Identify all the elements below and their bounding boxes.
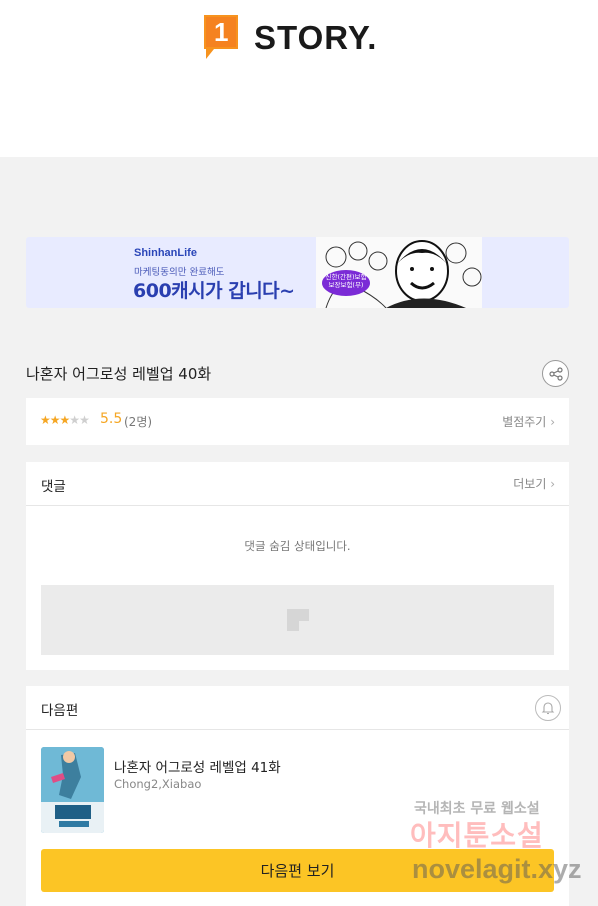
comments-card: 댓글 더보기 › 댓글 숨김 상태입니다. bbox=[26, 462, 569, 670]
chevron-right-icon: › bbox=[550, 477, 555, 491]
next-episode-thumbnail[interactable] bbox=[41, 747, 104, 833]
logo-number: 1 bbox=[214, 17, 229, 47]
star-icon: ★ bbox=[59, 413, 71, 427]
comments-more-link[interactable]: 더보기 › bbox=[513, 475, 555, 492]
logo-mark-icon: 1 bbox=[202, 13, 240, 61]
more-link-label: 더보기 bbox=[513, 477, 547, 491]
ad-banner[interactable]: ShinhanLife 마케팅동의만 완료해도 600캐시가 갑니다~ 신한(간… bbox=[26, 237, 569, 308]
star-icon: ★ bbox=[49, 413, 61, 427]
header: 1 STORY. bbox=[0, 0, 598, 157]
share-button[interactable] bbox=[542, 360, 569, 387]
next-episode-card: 다음편 나혼자 어그로성 레벨업 41화 Chong2,Xiabao 다음편 보… bbox=[26, 686, 569, 906]
share-icon bbox=[548, 366, 563, 381]
logo-text: STORY. bbox=[254, 18, 378, 56]
ad-placeholder bbox=[41, 585, 554, 655]
star-empty-icon: ★ bbox=[69, 413, 80, 427]
rating-score: 5.5 bbox=[100, 411, 123, 427]
next-episode-section-title: 다음편 bbox=[41, 703, 79, 719]
banner-brand: ShinhanLife bbox=[134, 247, 197, 259]
star-icon: ★ bbox=[40, 413, 51, 427]
rate-link-label: 별점주기 bbox=[502, 415, 547, 429]
logo[interactable]: 1 STORY. bbox=[202, 13, 377, 61]
episode-title: 나혼자 어그로성 레벨업 40화 bbox=[26, 365, 212, 383]
banner-illustration: 신한(간편)보험 보장보험(무) bbox=[316, 237, 482, 308]
banner-headline: 600캐시가 갑니다~ bbox=[133, 280, 295, 302]
placeholder-image-icon bbox=[286, 609, 309, 631]
star-rating: ★★★★★ bbox=[40, 413, 90, 427]
episode-title-row: 나혼자 어그로성 레벨업 40화 bbox=[26, 357, 569, 389]
banner-badge: 신한(간편)보험 보장보험(무) bbox=[325, 273, 367, 289]
rate-link[interactable]: 별점주기 › bbox=[502, 413, 555, 430]
comments-hidden-message: 댓글 숨김 상태입니다. bbox=[244, 539, 351, 553]
comments-header: 댓글 더보기 › bbox=[26, 462, 569, 506]
comments-title: 댓글 bbox=[41, 479, 66, 495]
star-empty-icon: ★ bbox=[79, 413, 90, 427]
next-episode-title[interactable]: 나혼자 어그로성 레벨업 41화 bbox=[114, 756, 281, 776]
bell-icon bbox=[541, 702, 555, 715]
next-episode-button-label: 다음편 보기 bbox=[260, 862, 335, 880]
next-episode-author: Chong2,Xiabao bbox=[114, 777, 202, 791]
notify-button[interactable] bbox=[535, 695, 561, 721]
rating-count: (2명) bbox=[124, 415, 153, 429]
next-episode-button[interactable]: 다음편 보기 bbox=[41, 849, 554, 892]
next-episode-header: 다음편 bbox=[26, 686, 569, 730]
rating-card: ★★★★★ 5.5 (2명) 별점주기 › bbox=[26, 398, 569, 445]
chevron-right-icon: › bbox=[550, 415, 555, 429]
